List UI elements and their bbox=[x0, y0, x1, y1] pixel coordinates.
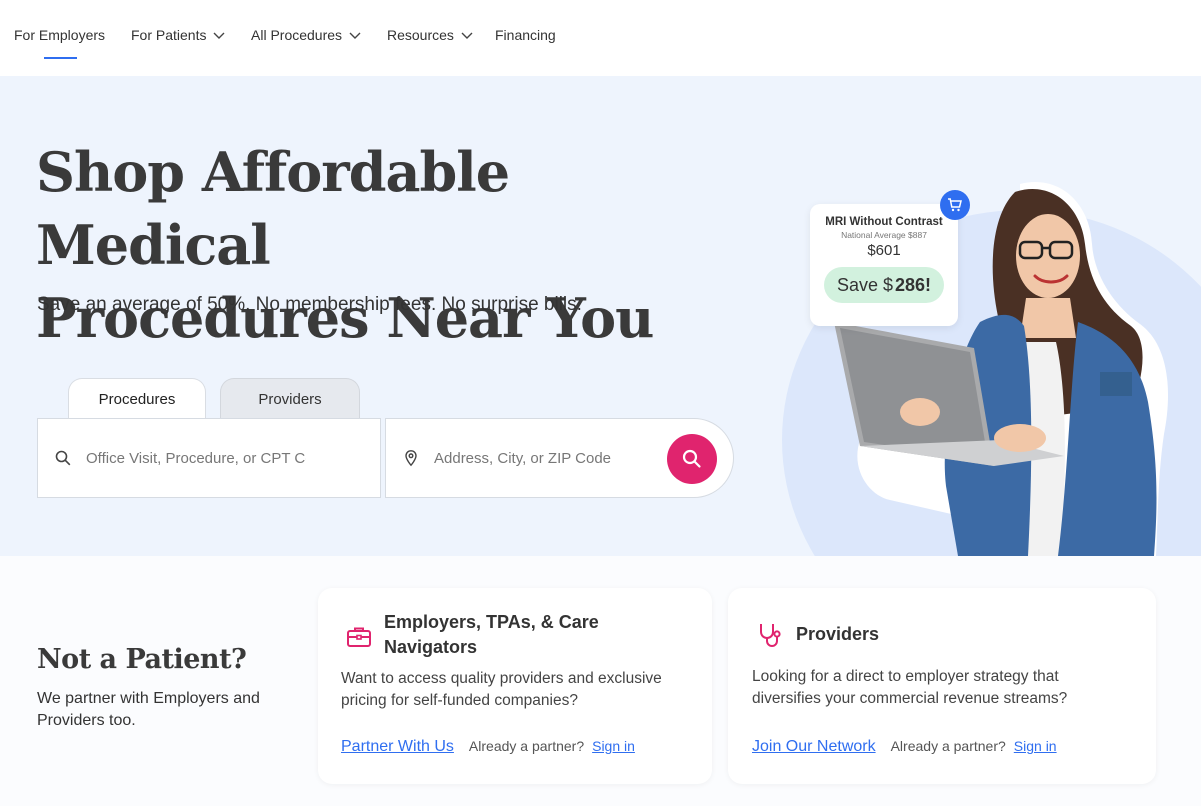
providers-card-title: Providers bbox=[796, 624, 880, 644]
price-card: MRI Without Contrast National Average $8… bbox=[810, 204, 958, 326]
chevron-down-icon bbox=[213, 32, 225, 39]
location-search-box bbox=[385, 418, 734, 498]
providers-card-links: Join Our Network Already a partner? Sign… bbox=[752, 738, 1057, 756]
savings-prefix: Save $ bbox=[836, 274, 893, 295]
price-card-price: $601 bbox=[867, 242, 901, 259]
nav-label: For Patients bbox=[131, 27, 207, 43]
search-icon bbox=[682, 449, 701, 468]
nav-financing[interactable]: Financing bbox=[495, 27, 556, 43]
location-search-input[interactable] bbox=[434, 449, 654, 467]
already-partner-text: Already a partner? bbox=[468, 738, 585, 754]
price-card-national-average: National Average $887 bbox=[841, 230, 927, 240]
nav-label: Resources bbox=[387, 27, 454, 43]
cart-icon bbox=[940, 190, 970, 220]
employers-sign-in-link[interactable]: Sign in bbox=[592, 738, 635, 754]
hero-title-line1: Shop Affordable Medical bbox=[36, 140, 510, 277]
providers-sign-in-link[interactable]: Sign in bbox=[1014, 738, 1057, 754]
nav-active-underline bbox=[44, 57, 77, 59]
price-card-title: MRI Without Contrast bbox=[825, 216, 943, 228]
tab-procedures[interactable]: Procedures bbox=[68, 378, 206, 420]
already-partner-text: Already a partner? bbox=[890, 738, 1006, 754]
savings-amount: 286! bbox=[895, 274, 932, 295]
stethoscope-icon bbox=[760, 624, 781, 647]
nav-label: All Procedures bbox=[251, 27, 343, 43]
procedure-search-box bbox=[37, 418, 381, 498]
search-icon bbox=[55, 450, 71, 466]
tab-providers[interactable]: Providers bbox=[220, 378, 360, 420]
nav-all-procedures[interactable]: All Procedures bbox=[251, 27, 362, 43]
providers-card-body: Looking for a direct to employer strateg… bbox=[752, 668, 1068, 707]
chevron-down-icon bbox=[349, 32, 361, 39]
not-patient-subtitle: We partner with Employers and Providers … bbox=[37, 690, 260, 729]
nav-label: Financing bbox=[495, 27, 556, 43]
nav-resources[interactable]: Resources bbox=[387, 27, 474, 43]
top-nav: For Employers For Patients All Procedure… bbox=[0, 0, 1201, 76]
briefcase-icon bbox=[347, 627, 371, 647]
nav-for-employers[interactable]: For Employers bbox=[14, 27, 105, 43]
providers-card-header: Providers bbox=[756, 621, 879, 649]
hero-title: Shop Affordable Medical Procedures Near … bbox=[36, 136, 756, 355]
nav-label: For Employers bbox=[14, 27, 106, 43]
partner-with-us-link[interactable]: Partner With Us bbox=[341, 738, 454, 756]
not-patient-title: Not a Patient? bbox=[37, 644, 247, 675]
location-pin-icon bbox=[405, 450, 417, 467]
employers-card-body: Want to access quality providers and exc… bbox=[341, 670, 662, 709]
join-our-network-link[interactable]: Join Our Network bbox=[752, 738, 876, 756]
search-submit-button[interactable] bbox=[667, 434, 717, 484]
employers-card: Employers, TPAs, & Care Navigators Want … bbox=[318, 588, 712, 784]
procedure-search-input[interactable] bbox=[86, 449, 306, 467]
employers-card-links: Partner With Us Already a partner? Sign … bbox=[341, 738, 635, 756]
chevron-down-icon bbox=[461, 32, 473, 39]
employers-card-header: Employers, TPAs, & Care Navigators bbox=[346, 610, 646, 660]
price-card-savings: Save $286! bbox=[824, 267, 944, 303]
hero-subtitle: Save an average of 50%. No membership fe… bbox=[37, 294, 582, 315]
providers-card: Providers Looking for a direct to employ… bbox=[728, 588, 1156, 784]
nav-for-patients[interactable]: For Patients bbox=[131, 27, 226, 43]
employers-card-title: Employers, TPAs, & Care Navigators bbox=[384, 612, 599, 657]
hero-section: Shop Affordable Medical Procedures Near … bbox=[0, 76, 1201, 556]
